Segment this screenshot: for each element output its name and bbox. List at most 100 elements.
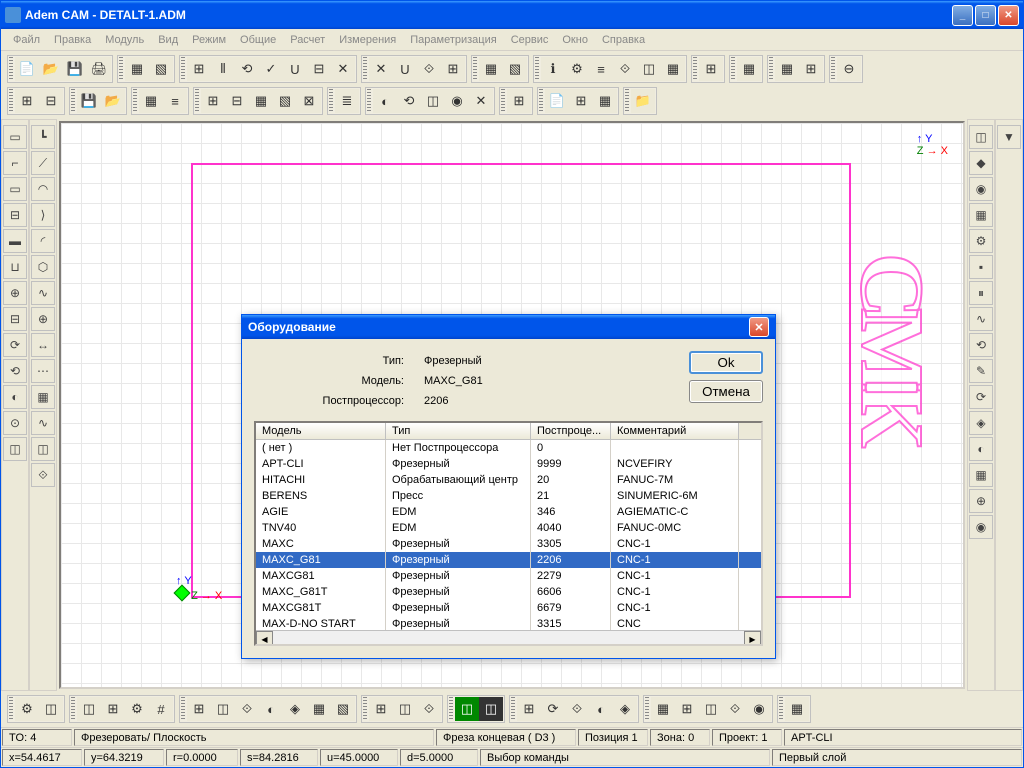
tb-icon[interactable]: ◐ bbox=[373, 89, 397, 113]
vtool-icon[interactable]: ⊔ bbox=[3, 255, 27, 279]
vtool-icon[interactable]: ∿ bbox=[31, 281, 55, 305]
table-row[interactable]: MAXC_G81Фрезерный2206CNC-1 bbox=[256, 552, 761, 568]
menu-measure[interactable]: Измерения bbox=[333, 32, 402, 48]
save-icon[interactable]: 💾 bbox=[63, 57, 87, 81]
vtool-icon[interactable]: ◠ bbox=[31, 177, 55, 201]
tb-icon[interactable]: ✕ bbox=[331, 57, 355, 81]
vtool-icon[interactable]: ▪ bbox=[969, 255, 993, 279]
btool-icon[interactable]: ◫ bbox=[455, 697, 479, 721]
tb-icon[interactable]: ▦ bbox=[249, 89, 273, 113]
tb-icon[interactable]: ⚙ bbox=[565, 57, 589, 81]
btool-icon[interactable]: ◉ bbox=[747, 697, 771, 721]
ok-button[interactable]: Ok bbox=[689, 351, 763, 374]
menu-file[interactable]: Файл bbox=[7, 32, 46, 48]
vtool-icon[interactable]: ◐ bbox=[3, 385, 27, 409]
menu-param[interactable]: Параметризация bbox=[404, 32, 502, 48]
btool-icon[interactable]: ▦ bbox=[307, 697, 331, 721]
tb-icon[interactable]: ▦ bbox=[593, 89, 617, 113]
vtool-icon[interactable]: ⟳ bbox=[969, 385, 993, 409]
menu-module[interactable]: Модуль bbox=[99, 32, 150, 48]
print-icon[interactable]: 🖨 bbox=[87, 57, 111, 81]
tb-icon[interactable]: ⊞ bbox=[507, 89, 531, 113]
vtool-icon[interactable]: ▭ bbox=[3, 177, 27, 201]
tb-icon[interactable]: ▧ bbox=[273, 89, 297, 113]
menu-view[interactable]: Вид bbox=[152, 32, 184, 48]
tb-icon[interactable]: 📄 bbox=[545, 89, 569, 113]
btool-icon[interactable]: ▧ bbox=[331, 697, 355, 721]
vtool-icon[interactable]: ⟳ bbox=[3, 333, 27, 357]
tb-icon[interactable]: ◉ bbox=[445, 89, 469, 113]
btool-icon[interactable]: ⊞ bbox=[675, 697, 699, 721]
vtool-icon[interactable]: ⟐ bbox=[31, 463, 55, 487]
table-row[interactable]: MAXC_G81TФрезерный6606CNC-1 bbox=[256, 584, 761, 600]
horizontal-scrollbar[interactable]: ◀ ▶ bbox=[256, 630, 761, 646]
menu-calc[interactable]: Расчет bbox=[284, 32, 331, 48]
vtool-icon[interactable]: ◉ bbox=[969, 177, 993, 201]
btool-icon[interactable]: ⟐ bbox=[723, 697, 747, 721]
btool-icon[interactable]: ▦ bbox=[651, 697, 675, 721]
tb-icon[interactable]: 📂 bbox=[101, 89, 125, 113]
tb-icon[interactable]: ▦ bbox=[125, 57, 149, 81]
tb-icon[interactable]: ✕ bbox=[369, 57, 393, 81]
tb-icon[interactable]: ⟐ bbox=[613, 57, 637, 81]
vtool-icon[interactable]: ◜ bbox=[31, 229, 55, 253]
tb-icon[interactable]: ▦ bbox=[479, 57, 503, 81]
tb-icon[interactable]: ⊞ bbox=[15, 89, 39, 113]
list-header[interactable]: Модель Тип Постпроце... Комментарий bbox=[256, 423, 761, 440]
tb-icon[interactable]: ⟲ bbox=[235, 57, 259, 81]
table-row[interactable]: TNV40EDM4040FANUC-0MC bbox=[256, 520, 761, 536]
vtool-icon[interactable]: ◆ bbox=[969, 151, 993, 175]
vtool-icon[interactable]: ∿ bbox=[969, 307, 993, 331]
tb-icon[interactable]: ◫ bbox=[637, 57, 661, 81]
btool-icon[interactable]: ◫ bbox=[699, 697, 723, 721]
btool-icon[interactable]: ▦ bbox=[785, 697, 809, 721]
tb-icon[interactable]: ⊟ bbox=[307, 57, 331, 81]
vtool-icon[interactable]: ⟩ bbox=[31, 203, 55, 227]
table-row[interactable]: MAXCG81TФрезерный6679CNC-1 bbox=[256, 600, 761, 616]
col-comment[interactable]: Комментарий bbox=[611, 423, 739, 439]
menu-edit[interactable]: Правка bbox=[48, 32, 97, 48]
tb-icon[interactable]: ≣ bbox=[335, 89, 359, 113]
vtool-icon[interactable]: ▦ bbox=[969, 463, 993, 487]
tb-icon[interactable]: ▧ bbox=[503, 57, 527, 81]
vtool-icon[interactable]: ◐ bbox=[969, 437, 993, 461]
col-model[interactable]: Модель bbox=[256, 423, 386, 439]
stop-icon[interactable]: ⊖ bbox=[837, 57, 861, 81]
tb-icon[interactable]: ⊞ bbox=[201, 89, 225, 113]
tb-icon[interactable]: ⊞ bbox=[799, 57, 823, 81]
table-row[interactable]: BERENSПресс21SINUMERIC-6M bbox=[256, 488, 761, 504]
btool-icon[interactable]: ⟐ bbox=[417, 697, 441, 721]
tb-icon[interactable]: ⊟ bbox=[39, 89, 63, 113]
table-row[interactable]: HITACHIОбрабатывающий центр20FANUC-7M bbox=[256, 472, 761, 488]
btool-icon[interactable]: ⊞ bbox=[101, 697, 125, 721]
dialog-titlebar[interactable]: Оборудование ✕ bbox=[242, 315, 775, 339]
tb-icon[interactable]: ⟲ bbox=[397, 89, 421, 113]
tb-icon[interactable]: ⊠ bbox=[297, 89, 321, 113]
table-row[interactable]: MAXCG81Фрезерный2279CNC-1 bbox=[256, 568, 761, 584]
table-row[interactable]: ( нет )Нет Постпроцессора0 bbox=[256, 440, 761, 456]
tb-icon[interactable]: ✓ bbox=[259, 57, 283, 81]
table-row[interactable]: APT-CLIФрезерный9999NCVEFIRY bbox=[256, 456, 761, 472]
vtool-icon[interactable]: ✎ bbox=[969, 359, 993, 383]
btool-icon[interactable]: ⊞ bbox=[517, 697, 541, 721]
vtool-icon[interactable]: ∿ bbox=[31, 411, 55, 435]
btool-icon[interactable]: # bbox=[149, 697, 173, 721]
vtool-icon[interactable]: ▬ bbox=[3, 229, 27, 253]
btool-icon[interactable]: ◐ bbox=[259, 697, 283, 721]
btool-icon[interactable]: ◈ bbox=[613, 697, 637, 721]
vtool-icon[interactable]: ⬡ bbox=[31, 255, 55, 279]
vtool-icon[interactable]: ▼ bbox=[997, 125, 1021, 149]
close-button[interactable]: ✕ bbox=[998, 5, 1019, 26]
calc-icon[interactable]: ⊞ bbox=[699, 57, 723, 81]
menu-service[interactable]: Сервис bbox=[505, 32, 555, 48]
tb-icon[interactable]: 📁 bbox=[631, 89, 655, 113]
tb-icon[interactable]: ≡ bbox=[163, 89, 187, 113]
tb-icon[interactable]: ▦ bbox=[139, 89, 163, 113]
menu-window[interactable]: Окно bbox=[556, 32, 594, 48]
vtool-icon[interactable]: ▦ bbox=[969, 203, 993, 227]
list-body[interactable]: ( нет )Нет Постпроцессора0APT-CLIФрезерн… bbox=[256, 440, 761, 630]
menu-common[interactable]: Общие bbox=[234, 32, 282, 48]
tb-icon[interactable]: ▦ bbox=[775, 57, 799, 81]
btool-icon[interactable]: ◫ bbox=[39, 697, 63, 721]
vtool-icon[interactable]: ⊕ bbox=[969, 489, 993, 513]
